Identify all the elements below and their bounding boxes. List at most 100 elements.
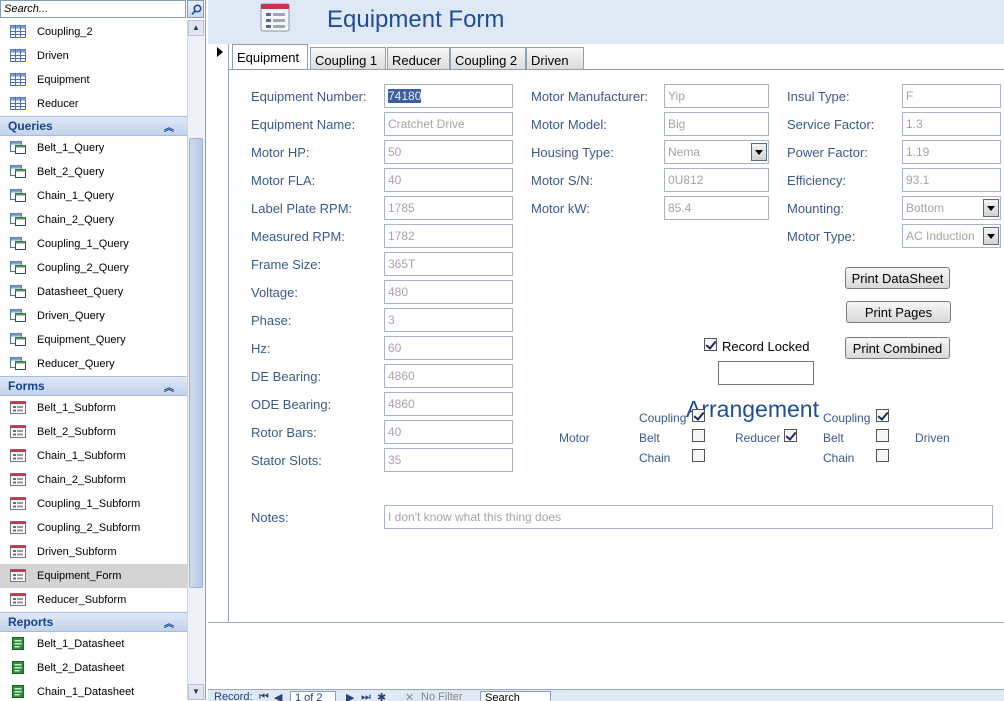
chevron-down-icon[interactable]	[983, 199, 999, 217]
nav-item-equipment[interactable]: Equipment	[0, 68, 187, 92]
nav-item-belt-1-datasheet[interactable]: Belt_1_Datasheet	[0, 632, 187, 656]
nav-item-driven-query[interactable]: Driven_Query	[0, 304, 187, 328]
nav-group-queries[interactable]: Queries ︽	[0, 116, 187, 136]
equipment-name-field[interactable]: Cratchet Drive	[384, 112, 513, 136]
nav-item-equipment-query[interactable]: Equipment_Query	[0, 328, 187, 352]
tab-coupling-2[interactable]: Coupling 2	[450, 47, 526, 69]
scrollbar-thumb[interactable]	[189, 138, 203, 588]
tab-driven[interactable]: Driven	[526, 47, 584, 69]
frame-size-field[interactable]: 365T	[384, 252, 513, 276]
table-icon	[10, 97, 26, 110]
nav-item-belt-2-query[interactable]: Belt_2_Query	[0, 160, 187, 184]
nav-item-coupling-2-query[interactable]: Coupling_2_Query	[0, 256, 187, 280]
nav-item-coupling-1-subform[interactable]: Coupling_1_Subform	[0, 492, 187, 516]
record-selector[interactable]	[208, 44, 229, 622]
nav-item-driven-subform[interactable]: Driven_Subform	[0, 540, 187, 564]
query-icon	[10, 141, 26, 154]
nav-item-reducer-subform[interactable]: Reducer_Subform	[0, 588, 187, 612]
equipment-number-field[interactable]: 74180	[384, 84, 513, 108]
scroll-down-icon[interactable]: ▼	[188, 684, 204, 700]
nav-search-input[interactable]: Search...	[0, 0, 186, 18]
nav-item-label: Chain_2_Query	[37, 214, 115, 226]
arrangement-left-group-chain-checkbox[interactable]	[692, 449, 705, 462]
power-factor-field[interactable]: 1.19	[902, 140, 1001, 164]
nav-item-belt-2-subform[interactable]: Belt_2_Subform	[0, 420, 187, 444]
motor-fla-field[interactable]: 40	[384, 168, 513, 192]
service-factor-field[interactable]: 1.3	[902, 112, 1001, 136]
mounting-dropdown[interactable]: Bottom	[902, 196, 1001, 220]
tab-equipment[interactable]: Equipment	[232, 44, 308, 70]
collapse-chevron-icon[interactable]: ︽	[164, 379, 174, 394]
nav-item-chain-1-datasheet[interactable]: Chain_1_Datasheet	[0, 680, 187, 700]
nav-item-coupling-2-subform[interactable]: Coupling_2_Subform	[0, 516, 187, 540]
nav-group-reports[interactable]: Reports ︽	[0, 612, 187, 632]
collapse-chevron-icon[interactable]: ︽	[164, 615, 174, 630]
arrangement-right-group-chain-checkbox[interactable]	[876, 449, 889, 462]
motor-s-n-field[interactable]: 0U812	[664, 168, 769, 192]
nav-item-driven[interactable]: Driven	[0, 44, 187, 68]
stator-slots-field[interactable]: 35	[384, 448, 513, 472]
measured-rpm-value: 1782	[388, 229, 415, 243]
notes-field[interactable]: I don't know what this thing does	[384, 505, 993, 529]
nav-item-reducer-query[interactable]: Reducer_Query	[0, 352, 187, 376]
print-datasheet-button[interactable]: Print DataSheet	[845, 267, 950, 289]
nav-item-chain-1-query[interactable]: Chain_1_Query	[0, 184, 187, 208]
nav-item-label: Belt_1_Datasheet	[37, 638, 125, 650]
measured-rpm-field[interactable]: 1782	[384, 224, 513, 248]
arrangement-driven-label: Driven	[915, 431, 950, 445]
nav-item-label: Driven	[37, 50, 69, 62]
nav-item-equipment-form[interactable]: Equipment_Form	[0, 564, 187, 588]
nav-scrollbar[interactable]: ▲ ▼	[187, 20, 205, 700]
print-pages-button[interactable]: Print Pages	[846, 301, 951, 323]
motor-hp-field[interactable]: 50	[384, 140, 513, 164]
motor-hp-value: 50	[388, 145, 402, 159]
record-locked-checkbox[interactable]	[704, 338, 717, 351]
motor-type-value: AC Induction	[906, 229, 975, 243]
tab-reducer[interactable]: Reducer	[387, 47, 450, 69]
motor-model-field[interactable]: Big	[664, 112, 769, 136]
motor-manufacturer-field[interactable]: Yip	[664, 84, 769, 108]
hz-field[interactable]: 60	[384, 336, 513, 360]
scroll-up-icon[interactable]: ▲	[188, 20, 204, 36]
efficiency-field[interactable]: 93.1	[902, 168, 1001, 192]
ode-bearing-field[interactable]: 4860	[384, 392, 513, 416]
nav-item-belt-1-subform[interactable]: Belt_1_Subform	[0, 396, 187, 420]
motor-kw-field[interactable]: 85.4	[664, 196, 769, 220]
insul-type-field[interactable]: F	[902, 84, 1001, 108]
chevron-down-icon[interactable]	[983, 227, 999, 245]
arrangement-right-group-coupling-checkbox[interactable]	[876, 409, 889, 422]
nav-item-chain-1-subform[interactable]: Chain_1_Subform	[0, 444, 187, 468]
de-bearing-field[interactable]: 4860	[384, 364, 513, 388]
nav-group-forms[interactable]: Forms ︽	[0, 376, 187, 396]
collapse-chevron-icon[interactable]: ︽	[164, 119, 174, 134]
print-combined-button[interactable]: Print Combined	[845, 337, 950, 359]
nav-item-chain-2-query[interactable]: Chain_2_Query	[0, 208, 187, 232]
query-icon	[10, 237, 26, 250]
nav-item-label: Equipment_Query	[37, 334, 126, 346]
reducer-checkbox[interactable]	[784, 429, 797, 442]
nav-item-belt-1-query[interactable]: Belt_1_Query	[0, 136, 187, 160]
nav-item-reducer[interactable]: Reducer	[0, 92, 187, 116]
nav-item-chain-2-subform[interactable]: Chain_2_Subform	[0, 468, 187, 492]
tab-coupling-1[interactable]: Coupling 1	[310, 47, 386, 69]
label-plate-rpm-field[interactable]: 1785	[384, 196, 513, 220]
nav-item-label: Belt_1_Subform	[37, 402, 116, 414]
arrangement-left-group-belt-checkbox[interactable]	[692, 429, 705, 442]
housing-type-dropdown[interactable]: Nema	[664, 140, 769, 164]
nav-item-coupling-1-query[interactable]: Coupling_1_Query	[0, 232, 187, 256]
nav-item-datasheet-query[interactable]: Datasheet_Query	[0, 280, 187, 304]
chevron-down-icon[interactable]	[751, 143, 767, 161]
rotor-bars-field[interactable]: 40	[384, 420, 513, 444]
form-icon	[10, 521, 26, 534]
search-icon[interactable]	[187, 0, 204, 18]
arrangement-right-group-chain-label: Chain	[823, 451, 855, 465]
arrangement-left-group-coupling-checkbox[interactable]	[692, 409, 705, 422]
nav-item-belt-2-datasheet[interactable]: Belt_2_Datasheet	[0, 656, 187, 680]
nav-item-coupling-2[interactable]: Coupling_2	[0, 20, 187, 44]
phase-field[interactable]: 3	[384, 308, 513, 332]
nav-item-label: Coupling_2_Query	[37, 262, 129, 274]
arrangement-right-group-belt-checkbox[interactable]	[876, 429, 889, 442]
motor-type-dropdown[interactable]: AC Induction	[902, 224, 1001, 248]
nav-item-label: Equipment_Form	[37, 570, 122, 582]
voltage-field[interactable]: 480	[384, 280, 513, 304]
